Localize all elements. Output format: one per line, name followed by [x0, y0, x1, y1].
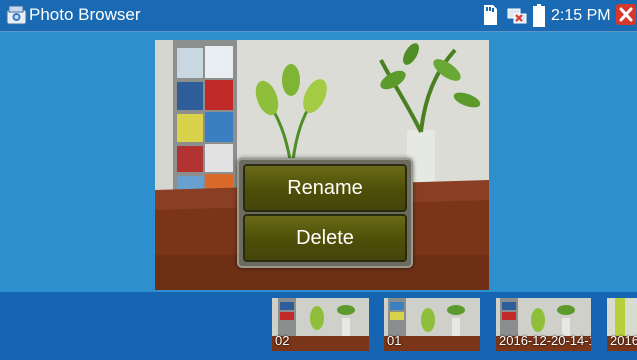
context-menu: Rename Delete — [237, 158, 413, 268]
battery-icon — [533, 4, 545, 27]
thumbnail-label: 2016-12-20-14-1 — [499, 333, 591, 348]
close-button[interactable] — [616, 4, 636, 25]
photo-viewer: Rename Delete — [0, 32, 637, 292]
status-time: 2:15 PM — [551, 7, 611, 24]
delete-button[interactable]: Delete — [243, 214, 407, 262]
app-title: Photo Browser — [29, 5, 141, 24]
thumbnail-strip[interactable]: 02 01 2016-12-20-14-1 2016 — [0, 292, 637, 360]
sd-card-icon — [484, 5, 497, 25]
thumbnail-item[interactable]: 2016-12-20-14-1 — [496, 298, 591, 351]
thumbnail-item[interactable]: 01 — [384, 298, 480, 351]
network-icon — [507, 8, 527, 24]
photo-browser-icon — [6, 5, 27, 25]
thumbnail-label: 2016 — [610, 333, 637, 348]
thumbnail-label: 01 — [387, 333, 402, 348]
title-bar: Photo Browser 2:15 PM — [0, 0, 637, 32]
thumbnail-item[interactable]: 2016 — [607, 298, 637, 351]
thumbnail-label: 02 — [275, 333, 290, 348]
rename-button[interactable]: Rename — [243, 164, 407, 212]
close-icon — [619, 7, 633, 22]
thumbnail-item[interactable]: 02 — [272, 298, 369, 351]
